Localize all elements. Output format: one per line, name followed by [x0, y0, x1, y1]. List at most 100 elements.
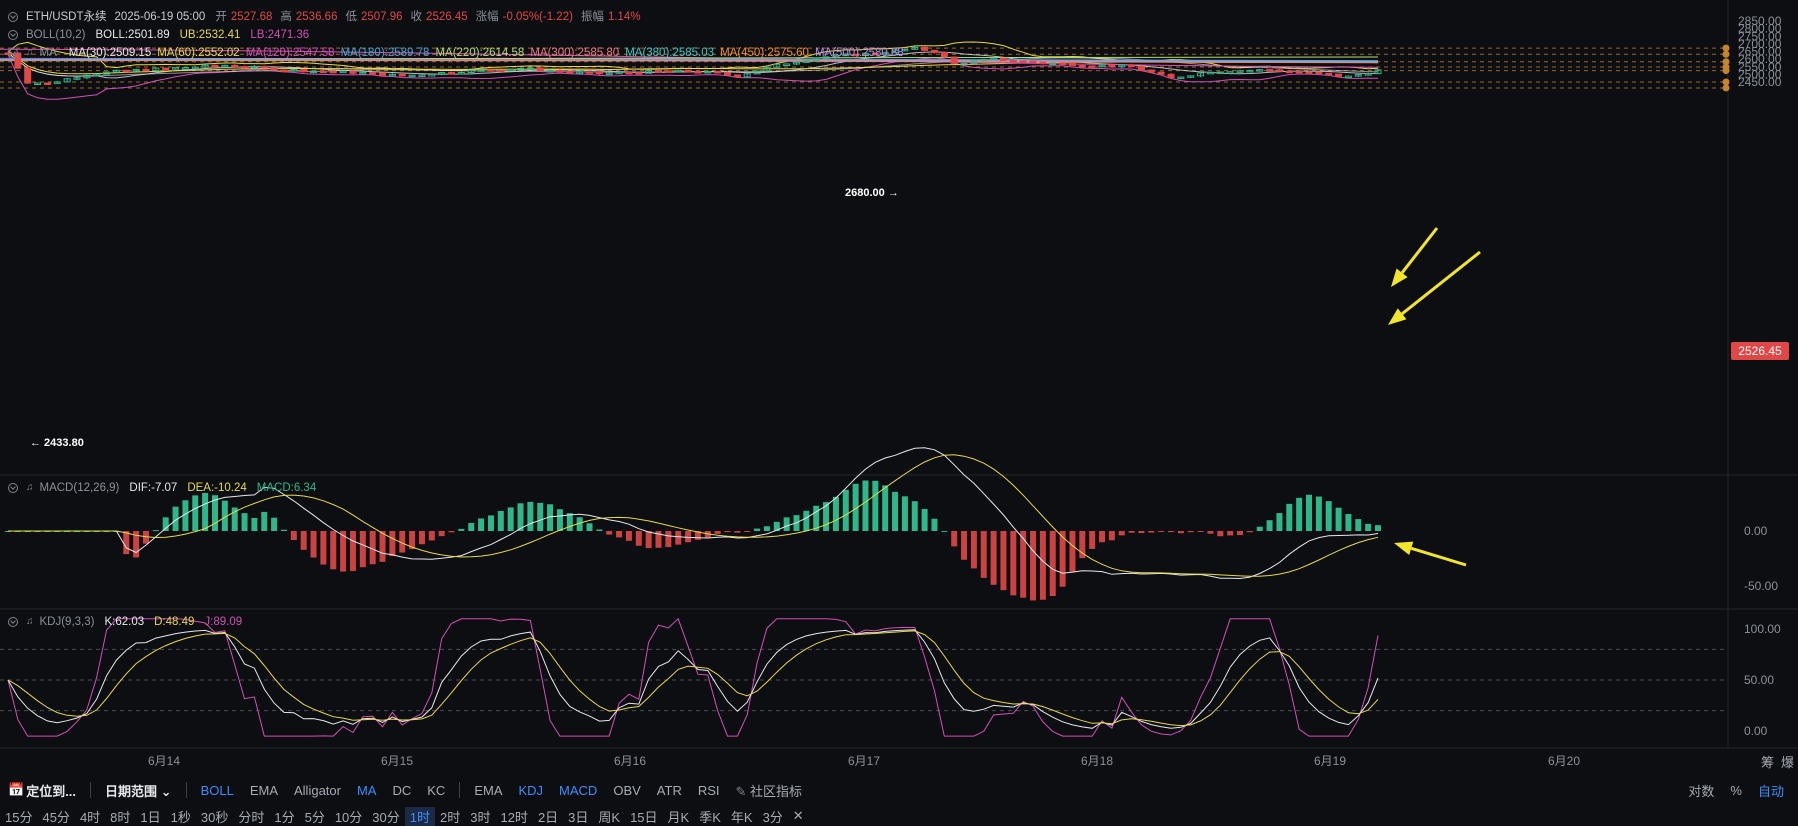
- macd-name[interactable]: MACD(12,26,9): [40, 480, 120, 496]
- collapse-icon[interactable]: [8, 483, 18, 493]
- macd-bar: [734, 531, 741, 533]
- macd-bar: [842, 489, 849, 531]
- timeframe-15[interactable]: 12时: [495, 807, 532, 826]
- timeframe-9[interactable]: 5分: [300, 807, 330, 826]
- macd-bar: [616, 531, 623, 538]
- kdj-d: D:48.49: [154, 616, 195, 628]
- timeframe-0[interactable]: 15分: [0, 807, 37, 826]
- high-label: 高: [280, 11, 292, 23]
- ma-value-6: MA(380):2585.03: [625, 47, 715, 59]
- candle-body: [43, 82, 51, 85]
- candle-body: [241, 66, 249, 69]
- ma-legend: ♫ MA MA(30):2509.15 MA(60):2552.02 MA(120)…: [8, 45, 910, 61]
- sub-atr-button[interactable]: ATR: [649, 783, 690, 798]
- close-icon[interactable]: ✕: [788, 808, 809, 824]
- bell-icon[interactable]: ♫: [26, 480, 34, 496]
- timeframe-6[interactable]: 30秒: [196, 807, 233, 826]
- timeframe-11[interactable]: 30分: [367, 807, 404, 826]
- macd-bar: [251, 517, 258, 531]
- timeframe-21[interactable]: 季K: [694, 807, 726, 826]
- side-label-burst[interactable]: 爆: [1781, 752, 1794, 771]
- annotation-arrows: [1388, 227, 1481, 567]
- macd-bar: [961, 531, 968, 560]
- ma-values: MA(30):2509.15 MA(60):2552.02 MA(120):2547…: [69, 45, 910, 61]
- candle-body: [714, 70, 722, 74]
- ma-value-0: MA(30):2509.15: [68, 47, 152, 59]
- ma-name[interactable]: MA: [40, 45, 57, 61]
- calendar-icon[interactable]: 📅: [0, 782, 26, 798]
- macd-bar: [1138, 531, 1145, 534]
- collapse-icon[interactable]: [8, 48, 18, 58]
- timeframe-23[interactable]: 3分: [758, 807, 788, 826]
- macd-bar: [428, 531, 435, 541]
- kdj-name[interactable]: KDJ(9,3,3): [40, 614, 95, 630]
- macd-bar: [468, 522, 475, 531]
- candle-body: [1315, 71, 1323, 75]
- timeframe-4[interactable]: 1日: [135, 807, 165, 826]
- date-range-button[interactable]: 日期范围 ⌄: [97, 781, 180, 800]
- candle-body: [319, 70, 327, 74]
- ma-value-4: MA(220):2614.58: [435, 47, 525, 59]
- timeframe-18[interactable]: 周K: [593, 807, 625, 826]
- timeframe-13[interactable]: 2时: [435, 807, 465, 826]
- main-alligator-button[interactable]: Alligator: [286, 783, 349, 798]
- log-scale-button[interactable]: 对数: [1680, 781, 1722, 800]
- candle-body: [280, 69, 288, 73]
- main-kc-button[interactable]: KC: [419, 783, 453, 798]
- collapse-icon[interactable]: [8, 617, 18, 627]
- macd-bar: [1187, 531, 1194, 533]
- main-ema-button[interactable]: EMA: [242, 783, 286, 798]
- timeframe-19[interactable]: 15日: [625, 807, 662, 826]
- auto-scale-button[interactable]: 自动: [1750, 781, 1792, 800]
- boll-name[interactable]: BOLL(10,2): [26, 27, 85, 43]
- macd-bar: [497, 510, 504, 531]
- chart-canvas[interactable]: 2850.002800.002750.002700.002650.002600.…: [0, 0, 1798, 776]
- collapse-icon[interactable]: [8, 12, 18, 22]
- macd-bar: [566, 513, 573, 531]
- macd-legend: ♫ MACD(12,26,9) DIF:-7.07 DEA:-10.24 MAC…: [8, 480, 316, 496]
- bell-icon[interactable]: ♫: [26, 614, 34, 630]
- timeframe-14[interactable]: 3时: [465, 807, 495, 826]
- locate-button[interactable]: 定位到...: [26, 781, 84, 800]
- macd-dif: DIF:-7.07: [129, 482, 178, 494]
- macd-bar: [556, 509, 563, 531]
- side-label-chip[interactable]: 筹: [1761, 752, 1774, 771]
- sub-rsi-button[interactable]: RSI: [690, 783, 728, 798]
- candle-body: [556, 70, 564, 73]
- kdj-tick: 0.00: [1744, 724, 1768, 738]
- candle-body: [1266, 69, 1274, 72]
- timeframe-7[interactable]: 分时: [233, 807, 269, 826]
- timeframe-8[interactable]: 1分: [269, 807, 299, 826]
- edit-icon: ✎: [735, 783, 747, 799]
- candle-body: [536, 67, 544, 72]
- candle-body: [1325, 72, 1333, 76]
- main-ma-button[interactable]: MA: [349, 783, 385, 798]
- sub-kdj-button[interactable]: KDJ: [510, 783, 551, 798]
- price-axis: 2850.002800.002750.002700.002650.002600.…: [1738, 14, 1782, 738]
- sub-ema-button[interactable]: EMA: [466, 783, 510, 798]
- timeframe-22[interactable]: 年K: [726, 807, 758, 826]
- sub-indicator-group: EMA KDJ MACD OBV ATR RSI: [466, 783, 727, 798]
- macd-bar: [349, 531, 356, 571]
- timeframe-10[interactable]: 10分: [330, 807, 367, 826]
- sub-macd-button[interactable]: MACD: [551, 783, 605, 798]
- collapse-icon[interactable]: [8, 30, 18, 40]
- timeframe-17[interactable]: 3日: [563, 807, 593, 826]
- timeframe-3[interactable]: 8时: [105, 807, 135, 826]
- bell-icon[interactable]: ♫: [26, 45, 34, 61]
- timeframe-1[interactable]: 45分: [37, 807, 74, 826]
- community-indicators-button[interactable]: ✎ 社区指标: [728, 781, 811, 800]
- timeframe-5[interactable]: 1秒: [166, 807, 196, 826]
- sub-obv-button[interactable]: OBV: [605, 783, 648, 798]
- main-boll-button[interactable]: BOLL: [193, 783, 242, 798]
- macd-bar: [892, 491, 899, 531]
- timeframe-16[interactable]: 2日: [533, 807, 563, 826]
- timeframe-2[interactable]: 4时: [75, 807, 105, 826]
- time-label: 6月19: [1314, 754, 1347, 768]
- main-dc-button[interactable]: DC: [384, 783, 419, 798]
- macd-bar: [685, 531, 692, 543]
- level-marker: [1722, 84, 1730, 92]
- percent-scale-button[interactable]: %: [1722, 783, 1750, 798]
- timeframe-12[interactable]: 1时: [404, 806, 435, 826]
- timeframe-20[interactable]: 月K: [663, 807, 695, 826]
